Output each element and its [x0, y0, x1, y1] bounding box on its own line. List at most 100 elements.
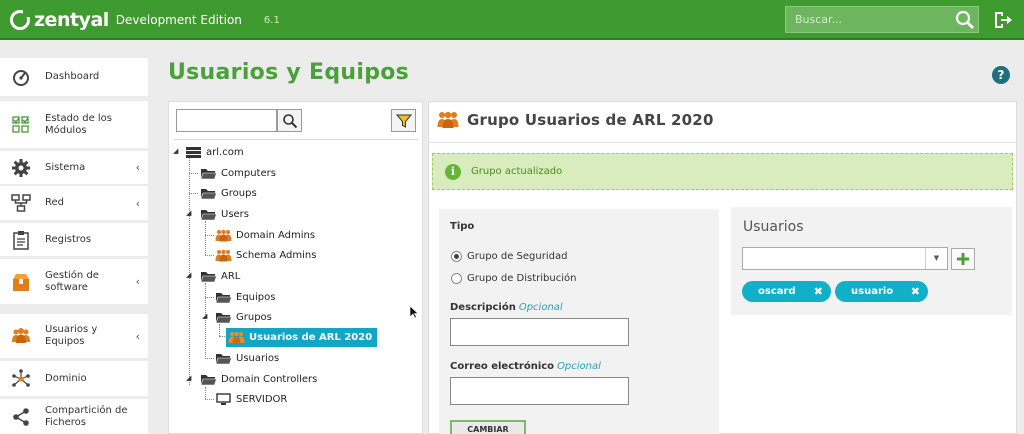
- chevron-left-icon: ‹: [135, 161, 140, 174]
- user-select[interactable]: ▼: [742, 247, 948, 270]
- sidebar-item-modules-status[interactable]: Estado de los Módulos: [0, 101, 148, 148]
- tree-node[interactable]: Equipos: [215, 289, 275, 305]
- zentyal-logo-icon: [10, 9, 31, 30]
- tree-toggle-icon[interactable]: ◢: [173, 147, 178, 155]
- tree-node-label: Domain Admins: [236, 229, 316, 241]
- tree-filter-button[interactable]: [391, 109, 416, 132]
- radio-unselected-icon[interactable]: [451, 273, 462, 284]
- tree-node[interactable]: Groups: [200, 185, 257, 201]
- sidebar-item-label: Dominio: [45, 372, 87, 384]
- tree-search-input[interactable]: [176, 109, 277, 132]
- sidebar-item-red[interactable]: Red ‹: [0, 186, 148, 220]
- remove-member-icon[interactable]: ✖: [911, 285, 920, 298]
- sidebar-item-registros[interactable]: Registros: [0, 223, 148, 256]
- tree-connector: [205, 297, 214, 298]
- success-notice: i Grupo actualizado: [432, 153, 1013, 190]
- email-field[interactable]: [450, 377, 629, 405]
- tree-toggle-icon[interactable]: ◢: [186, 209, 191, 217]
- radio-security-group[interactable]: Grupo de Seguridad: [451, 251, 567, 262]
- header-separator: [429, 142, 1016, 143]
- folder-icon: [215, 353, 232, 364]
- page-title: Usuarios y Equipos: [168, 60, 410, 85]
- tree-node-label: arl.com: [206, 146, 244, 158]
- tree-node-label: Users: [221, 208, 250, 220]
- help-icon[interactable]: ?: [992, 66, 1010, 84]
- group-icon: [437, 111, 459, 128]
- tree-node[interactable]: Domain Admins: [215, 227, 315, 243]
- tree-toggle-icon[interactable]: ◢: [186, 271, 191, 279]
- group-settings-form: Tipo Grupo de Seguridad Grupo de Distrib…: [439, 209, 719, 434]
- search-input[interactable]: [786, 7, 946, 32]
- edition-label: Development Edition: [115, 13, 242, 27]
- group-title: Grupo Usuarios de ARL 2020: [467, 111, 714, 129]
- brand-name: zentyal: [34, 9, 109, 31]
- group-icon: [228, 331, 245, 344]
- tree-connector: [189, 193, 198, 194]
- tree-node-label: ARL: [221, 270, 241, 282]
- radio-label: Grupo de Distribución: [467, 273, 577, 284]
- mouse-cursor-icon: [409, 305, 419, 319]
- tree-toggle-icon[interactable]: ◢: [202, 312, 207, 320]
- tree-node-label: Usuarios: [236, 352, 280, 364]
- tree-node-label: Equipos: [236, 291, 276, 303]
- zentyal-logo[interactable]: zentyal Development Edition 6.1: [10, 8, 280, 32]
- version-label: 6.1: [263, 14, 280, 26]
- tree-node[interactable]: Domain Controllers: [200, 371, 317, 387]
- tree-separator: [174, 139, 418, 140]
- radio-distribution-group[interactable]: Grupo de Distribución: [451, 273, 576, 284]
- tree-connector: [205, 387, 206, 399]
- type-label: Tipo: [450, 221, 475, 232]
- tree-node[interactable]: Computers: [200, 165, 276, 181]
- tree-node-label: Schema Admins: [236, 249, 317, 261]
- search-icon[interactable]: [954, 9, 976, 30]
- sidebar-item-label: Red: [45, 197, 64, 208]
- tree-toggle-icon[interactable]: ◢: [186, 374, 191, 382]
- member-chip-label: oscard: [758, 286, 796, 297]
- tree-connector: [205, 283, 206, 359]
- users-icon: [12, 328, 30, 343]
- tree-node[interactable]: Grupos: [215, 309, 272, 325]
- tree-node-label: SERVIDOR: [236, 393, 288, 405]
- radio-selected-icon[interactable]: [451, 251, 462, 262]
- sidebar-item-software[interactable]: Gestión de software ‹: [0, 259, 148, 304]
- tree-node[interactable]: SERVIDOR: [215, 391, 287, 407]
- sidebar-item-file-sharing[interactable]: Compartición de Ficheros: [0, 399, 148, 434]
- members-box: Usuarios ▼ oscard ✖ usuario ✖: [731, 207, 1012, 315]
- sidebar-item-usuarios-equipos[interactable]: Usuarios y Equipos ‹: [0, 314, 148, 358]
- notice-text: Grupo actualizado: [471, 166, 563, 177]
- sidebar-item-sistema[interactable]: Sistema ‹: [0, 151, 148, 184]
- sidebar: Dashboard Estado de los Módulos Sistema …: [0, 58, 148, 434]
- add-member-button[interactable]: [951, 248, 975, 270]
- members-title: Usuarios: [743, 219, 804, 235]
- gear-icon: [12, 158, 30, 177]
- tree-connector: [219, 324, 220, 336]
- info-icon: i: [445, 163, 461, 180]
- group-icon: [215, 229, 232, 241]
- search-box: [785, 6, 979, 33]
- sidebar-item-dominio[interactable]: Dominio: [0, 361, 148, 396]
- tree-node-selected[interactable]: Usuarios de ARL 2020: [226, 328, 378, 347]
- tree-search-button[interactable]: [277, 109, 302, 132]
- tree-node[interactable]: Schema Admins: [215, 247, 316, 263]
- tree-panel: ◢ ◢ ◢ ◢ ◢ arl.com Computers Groups Users…: [168, 101, 423, 434]
- chevron-down-icon[interactable]: ▼: [925, 248, 947, 269]
- tree-node[interactable]: Usuarios: [215, 350, 279, 366]
- tree-node[interactable]: ARL: [200, 268, 240, 284]
- domain-icon: [12, 368, 30, 387]
- optional-hint: Opcional: [518, 302, 563, 313]
- description-field[interactable]: [450, 318, 629, 346]
- email-label: Correo electrónico Opcional: [450, 361, 601, 372]
- tree-node[interactable]: Users: [200, 206, 249, 222]
- member-chip: usuario ✖: [835, 281, 928, 302]
- group-icon: [215, 249, 232, 261]
- logout-icon[interactable]: [993, 10, 1013, 30]
- sidebar-item-label: Dashboard: [45, 71, 100, 82]
- sidebar-item-label: Registros: [45, 233, 92, 245]
- change-button[interactable]: CAMBIAR: [450, 420, 526, 434]
- sidebar-item-label: Compartición de Ficheros: [45, 404, 128, 428]
- remove-member-icon[interactable]: ✖: [814, 285, 823, 298]
- filter-icon: [395, 114, 412, 128]
- tree-node[interactable]: arl.com: [185, 144, 244, 160]
- sidebar-item-dashboard[interactable]: Dashboard: [0, 58, 148, 96]
- chevron-left-icon: ‹: [135, 275, 140, 288]
